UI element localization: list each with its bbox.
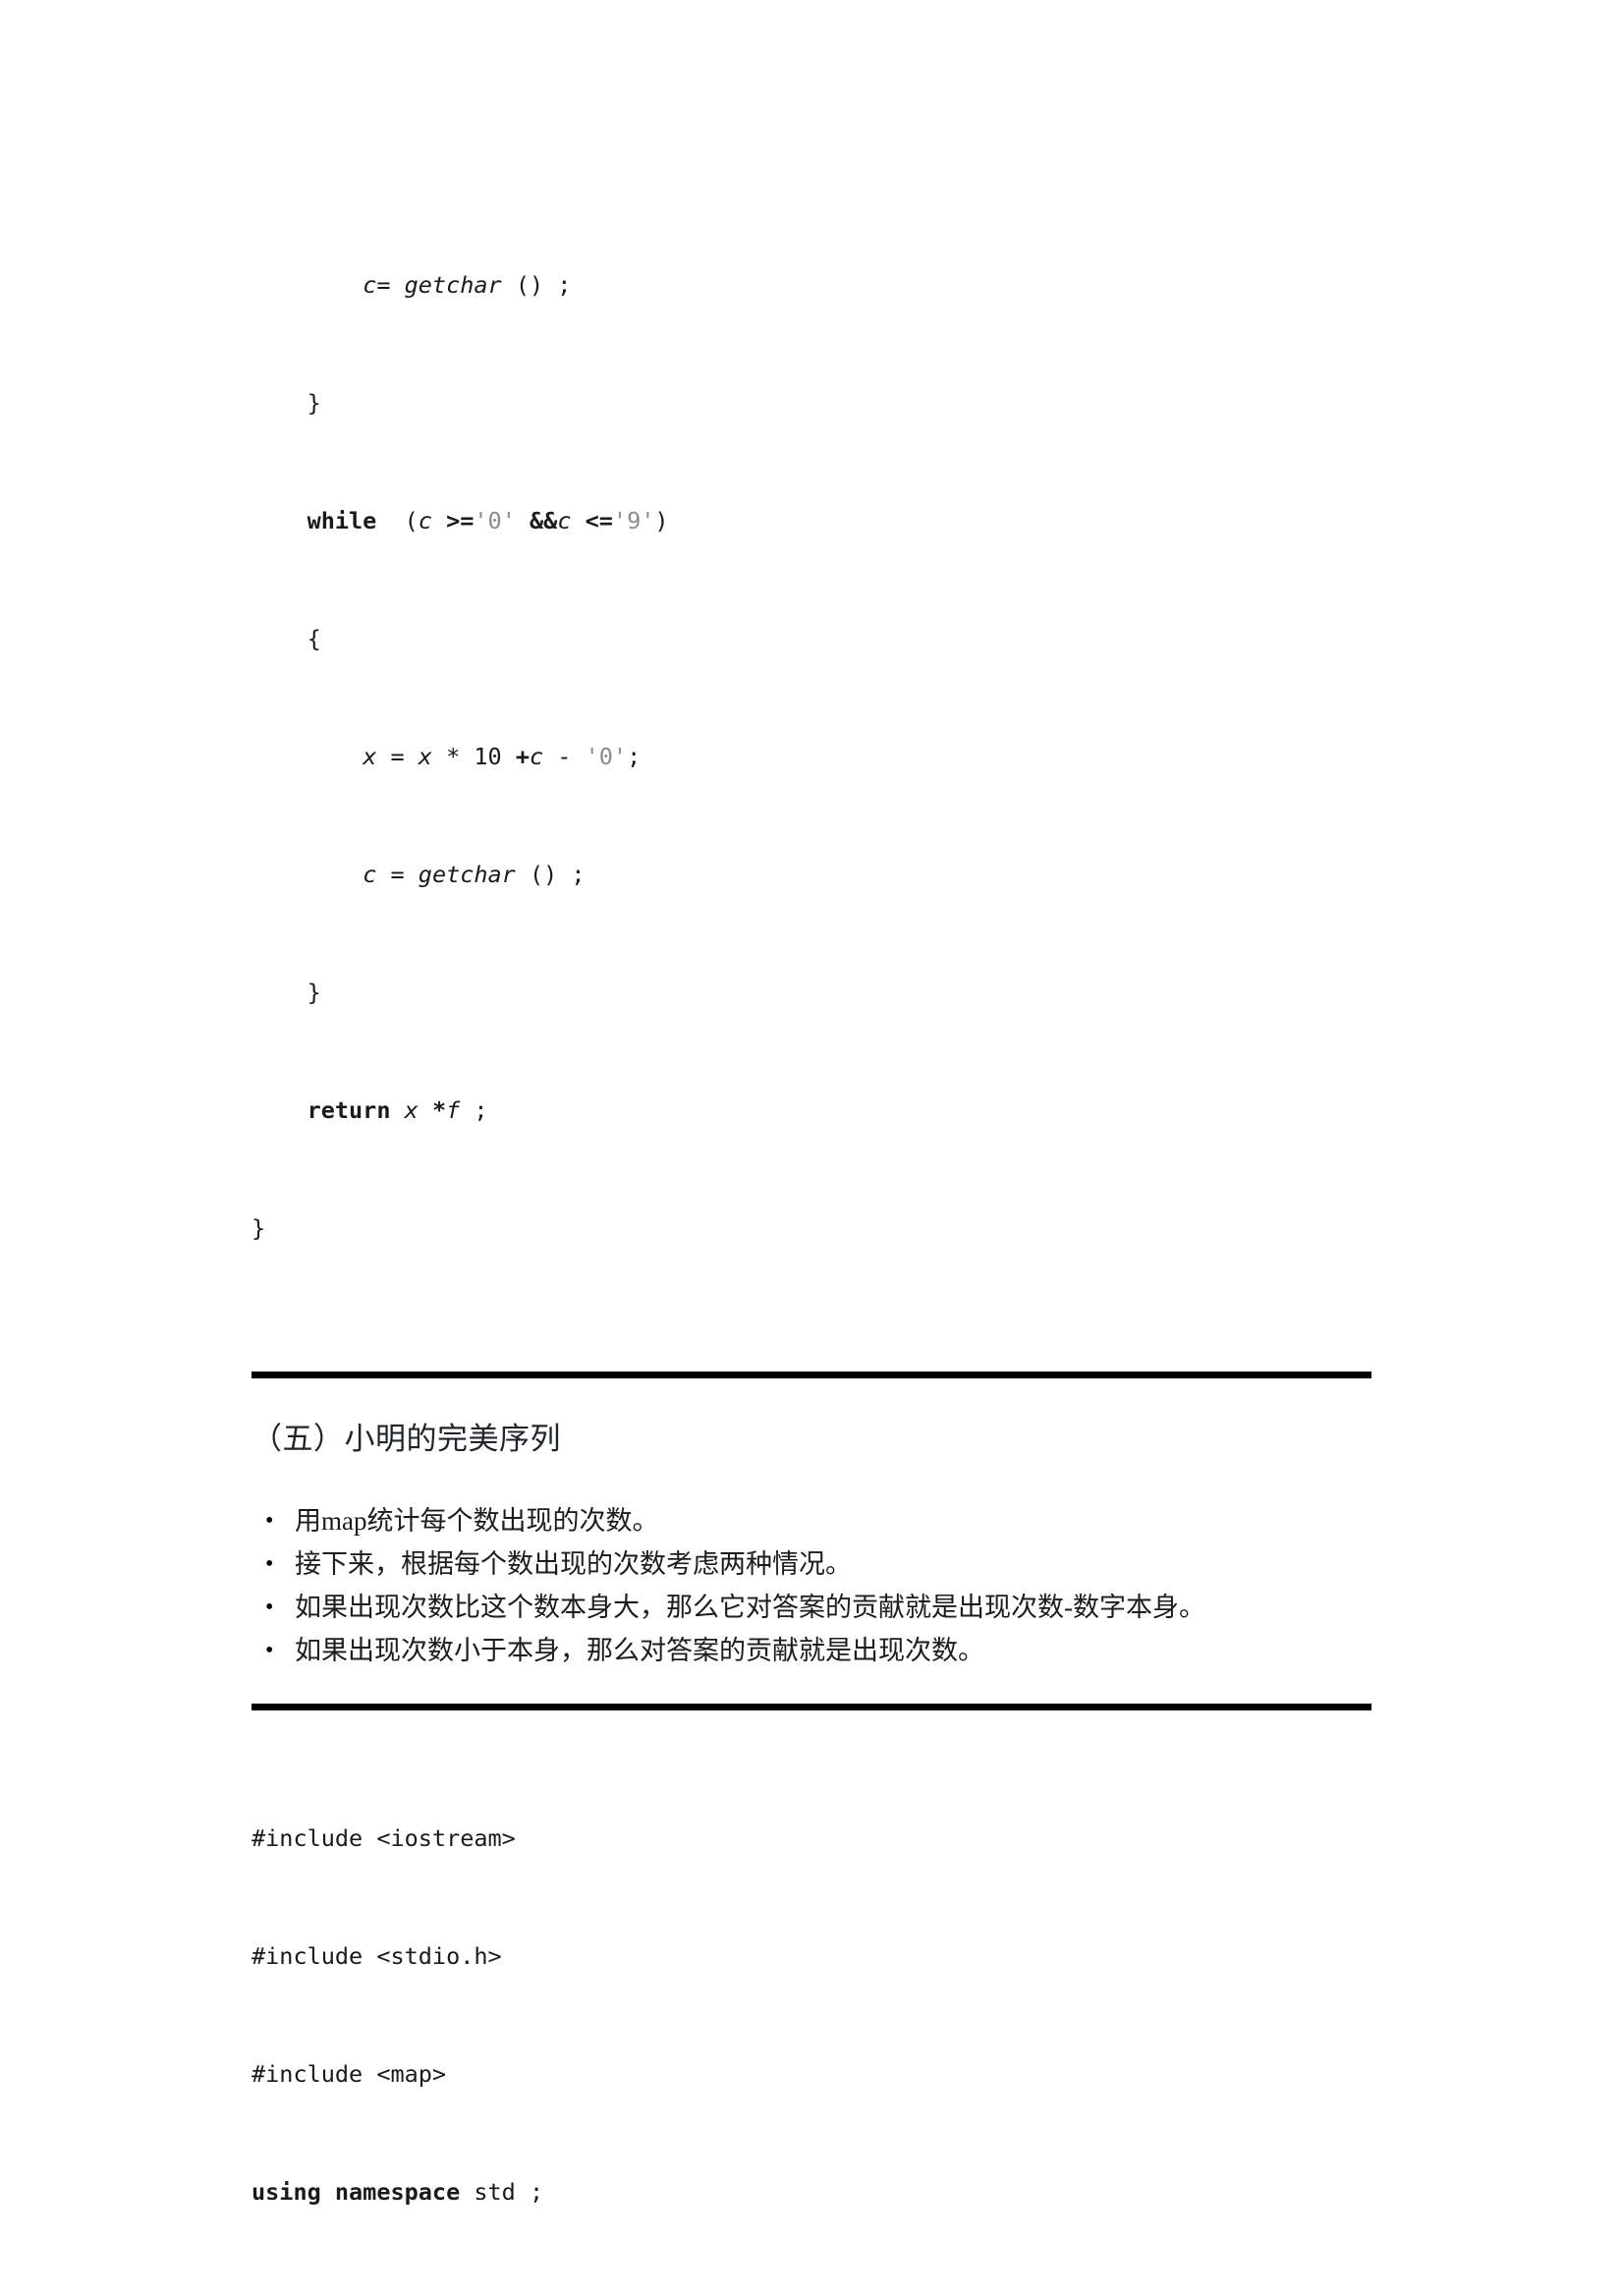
code-block-readint-tail: c= getchar () ; } while (c >='0' &&c <='… [252, 187, 1371, 1326]
code-line: } [252, 389, 321, 417]
section-divider-top [252, 1372, 1371, 1378]
code-line: #include <map> [252, 2060, 447, 2088]
list-item: 如果出现次数比这个数本身大，那么它对答案的贡献就是出现次数-数字本身。 [252, 1588, 1371, 1627]
page-content: c= getchar () ; } while (c >='0' &&c <='… [252, 0, 1371, 2296]
approach-bullet-list: 用map统计每个数出现的次数。 接下来，根据每个数出现的次数考虑两种情况。 如果… [252, 1501, 1371, 1670]
list-item: 接下来，根据每个数出现的次数考虑两种情况。 [252, 1544, 1371, 1584]
code-line: c = getchar () ; [363, 861, 586, 888]
code-line: #include <stdio.h> [252, 1942, 502, 1970]
code-line: #include <iostream> [252, 1824, 516, 1852]
code-line: using namespace std ; [252, 2178, 544, 2206]
section-divider-bottom [252, 1704, 1371, 1710]
code-line: } [252, 979, 321, 1006]
code-line: { [252, 625, 321, 652]
document-page: c= getchar () ; } while (c >='0' &&c <='… [0, 0, 1622, 2296]
section-heading: （五）小明的完美序列 [252, 1422, 561, 1457]
list-item: 如果出现次数小于本身，那么对答案的贡献就是出现次数。 [252, 1631, 1371, 1670]
code-line: } [252, 1214, 266, 1242]
code-line: while (c >='0' &&c <='9') [307, 507, 669, 534]
code-line: return x *f ; [307, 1096, 488, 1124]
code-line: c= getchar () ; [363, 271, 572, 299]
top-spacer [252, 0, 1371, 187]
list-item: 用map统计每个数出现的次数。 [252, 1501, 1371, 1540]
code-line: x = x * 10 +c - '0'; [363, 743, 642, 770]
code-block-solution: #include <iostream> #include <stdio.h> #… [252, 1740, 1371, 2296]
